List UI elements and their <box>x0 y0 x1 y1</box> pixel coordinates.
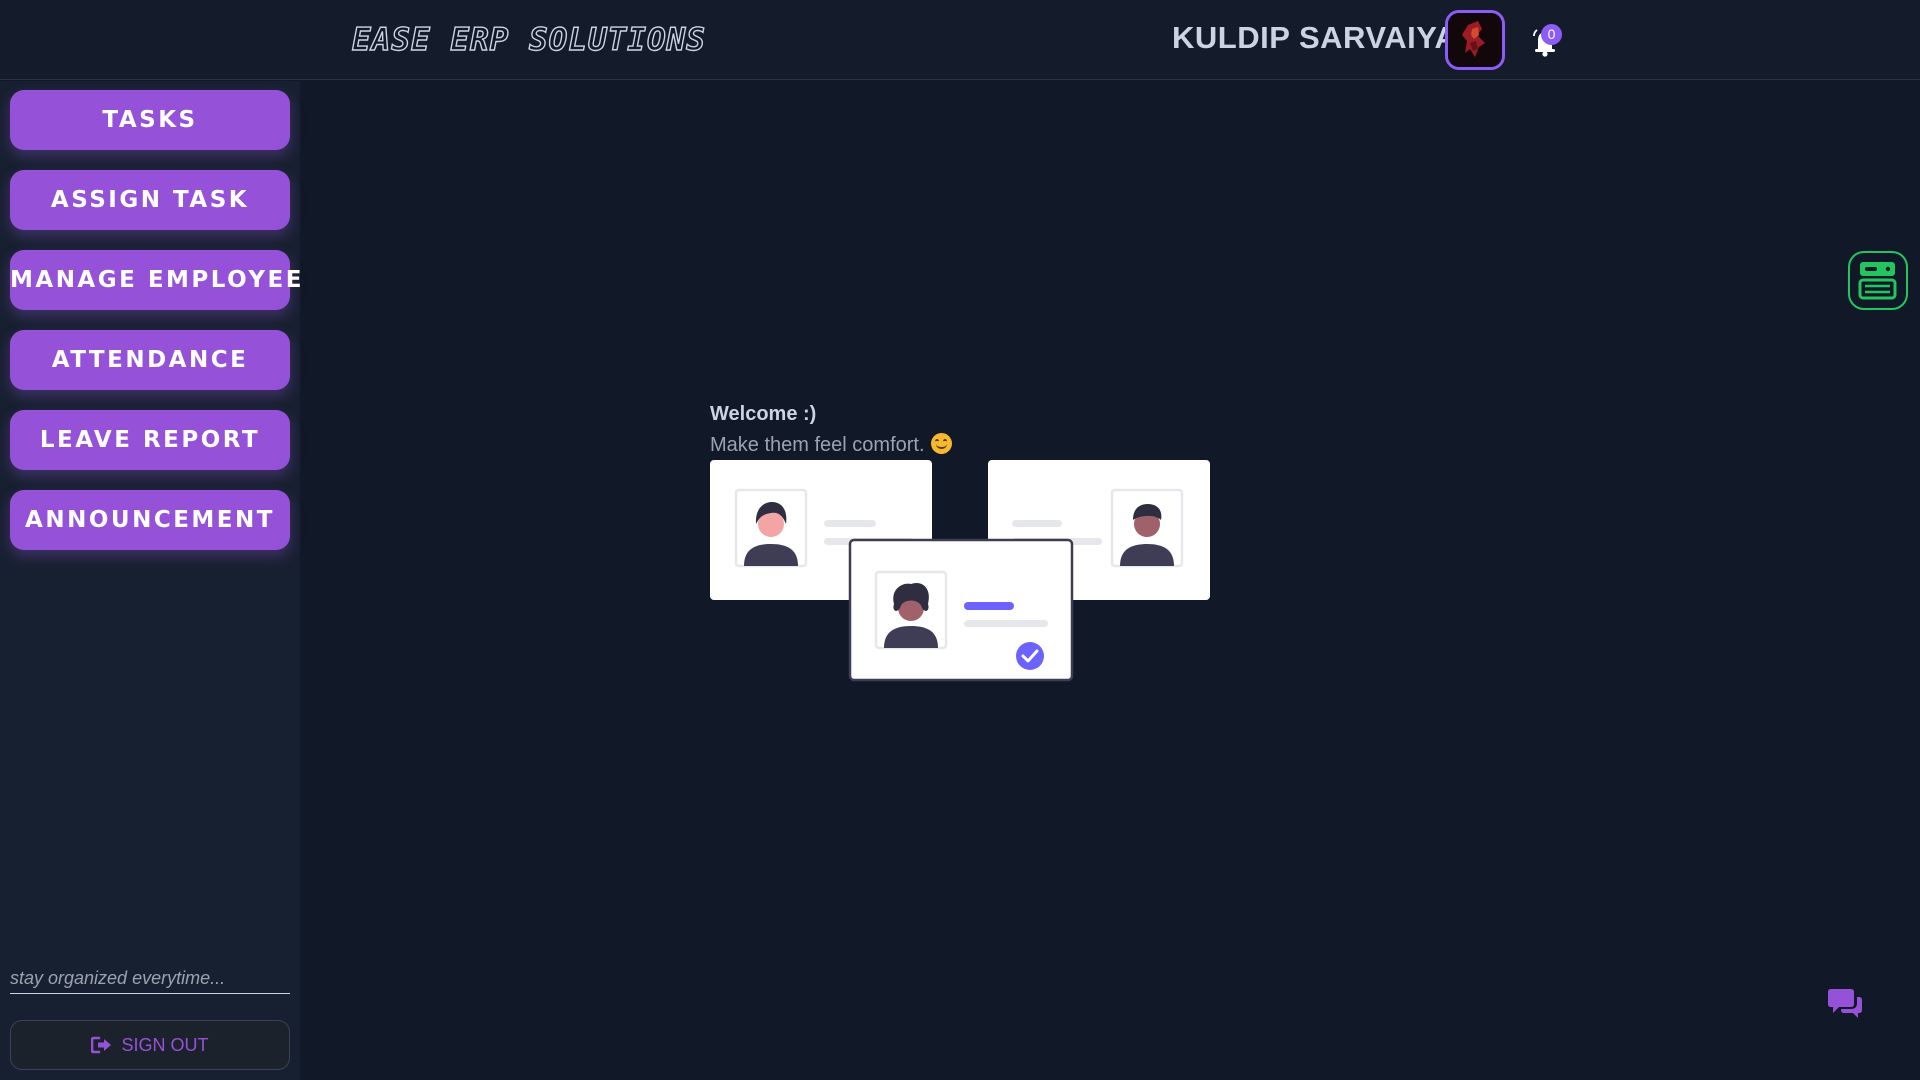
welcome-illustration <box>710 460 1210 682</box>
signout-label: SIGN OUT <box>121 1035 209 1055</box>
user-name[interactable]: KULDIP SARVAIYA <box>1172 20 1457 56</box>
chat-icon[interactable] <box>1827 987 1863 1019</box>
sidebar-tagline: stay organized everytime... <box>10 968 290 994</box>
sidebar-item-leave-report[interactable]: LEAVE REPORT <box>10 410 290 470</box>
sidebar-item-assign-task[interactable]: ASSIGN TASK <box>10 170 290 230</box>
brand-logo: EASE ERP SOLUTIONS <box>351 21 706 58</box>
avatar-image <box>1448 13 1502 67</box>
notification-badge: 0 <box>1541 24 1562 45</box>
profile-card-selected <box>848 538 1074 682</box>
avatar[interactable] <box>1445 10 1505 70</box>
top-bar: EASE ERP SOLUTIONS KULDIP SARVAIYA 0 <box>0 0 1920 80</box>
welcome-subtitle: Make them feel comfort. <box>710 433 952 457</box>
sidebar-item-attendance[interactable]: ATTENDANCE <box>10 330 290 390</box>
signout-icon <box>91 1036 112 1054</box>
sidebar-item-tasks[interactable]: TASKS <box>10 90 290 150</box>
smile-emoji-icon <box>930 433 952 454</box>
sidebar-item-manage-employee[interactable]: MANAGE EMPLOYEE <box>10 250 301 310</box>
card-widget-button[interactable] <box>1848 251 1908 310</box>
welcome-title: Welcome :) <box>710 403 817 425</box>
signout-button[interactable]: SIGN OUT <box>10 1020 290 1070</box>
sidebar-item-announcement[interactable]: ANNOUNCEMENT <box>10 490 290 550</box>
sidebar: TASKS ASSIGN TASK MANAGE EMPLOYEE ATTEND… <box>0 81 301 1080</box>
card-widget-icon <box>1858 262 1897 300</box>
